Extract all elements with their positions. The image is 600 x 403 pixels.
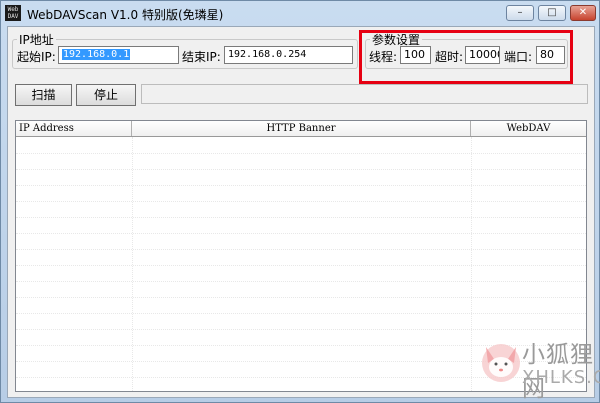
title-bar[interactable]: Web DAV WebDAVScan V1.0 特别版(免璘星) – □ ✕ xyxy=(1,1,599,25)
ip-group-legend: IP地址 xyxy=(19,33,54,47)
empty-row-line xyxy=(16,153,586,154)
maximize-button[interactable]: □ xyxy=(538,5,566,21)
maximize-icon: □ xyxy=(547,7,557,18)
watermark-domain-text: XHLKS.CN xyxy=(522,367,600,388)
empty-row-line xyxy=(16,265,586,266)
empty-row-line xyxy=(16,169,586,170)
empty-row-line xyxy=(16,313,586,314)
minimize-button[interactable]: – xyxy=(506,5,534,21)
column-http-banner[interactable]: HTTP Banner xyxy=(132,121,471,136)
empty-row-line xyxy=(16,201,586,202)
column-webdav[interactable]: WebDAV xyxy=(471,121,586,136)
stop-button[interactable]: 停止 xyxy=(76,84,136,106)
end-ip-label: 结束IP: xyxy=(182,50,221,64)
start-ip-label: 起始IP: xyxy=(17,50,56,64)
start-ip-field[interactable]: 192.168.0.1 xyxy=(58,46,179,64)
results-header: IP Address HTTP Banner WebDAV xyxy=(16,121,586,137)
scan-button[interactable]: 扫描 xyxy=(15,84,72,106)
minimize-icon: – xyxy=(517,7,523,18)
empty-row-line xyxy=(16,281,586,282)
column-ip-address[interactable]: IP Address xyxy=(16,121,132,136)
site-watermark: 小狐狸网 XHLKS.CN xyxy=(479,335,600,402)
column-divider xyxy=(132,137,133,391)
empty-row-line xyxy=(16,233,586,234)
end-ip-field[interactable]: 192.168.0.254 xyxy=(224,46,353,64)
start-ip-value: 192.168.0.1 xyxy=(62,49,131,60)
empty-row-line xyxy=(16,249,586,250)
window-title: WebDAVScan V1.0 特别版(免璘星) xyxy=(27,8,224,22)
fox-logo-icon xyxy=(482,344,520,382)
empty-row-line xyxy=(16,329,586,330)
column-divider xyxy=(471,137,472,391)
empty-row-line xyxy=(16,297,586,298)
close-button[interactable]: ✕ xyxy=(570,5,596,21)
empty-row-line xyxy=(16,217,586,218)
close-icon: ✕ xyxy=(578,7,588,18)
params-highlight-box xyxy=(359,30,573,84)
scan-progress-bar xyxy=(141,84,588,104)
app-icon: Web DAV xyxy=(5,5,21,21)
empty-row-line xyxy=(16,185,586,186)
main-window: Web DAV WebDAVScan V1.0 特别版(免璘星) – □ ✕ I… xyxy=(0,0,600,403)
